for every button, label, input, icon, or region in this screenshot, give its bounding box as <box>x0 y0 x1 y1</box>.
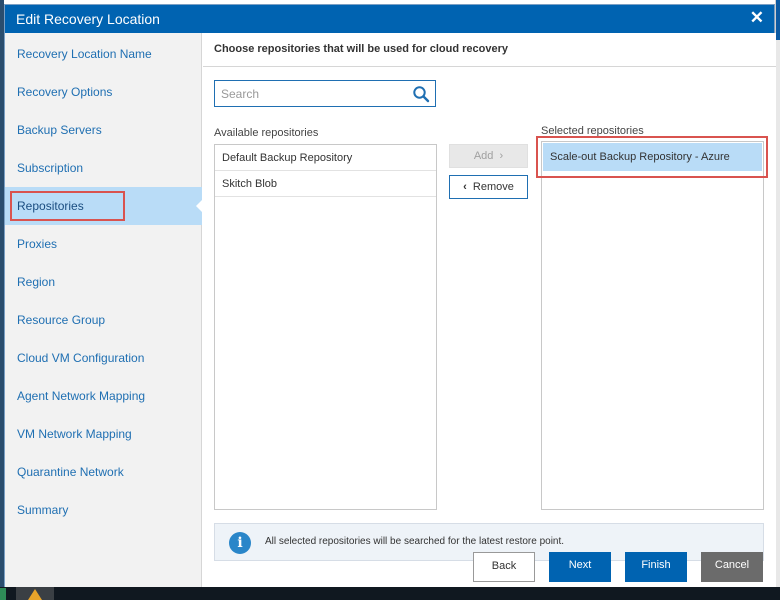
back-button[interactable]: Back <box>473 552 535 582</box>
available-repositories-list[interactable]: Default Backup Repository Skitch Blob <box>214 144 437 510</box>
wizard-steps-sidebar: Recovery Location Name Recovery Options … <box>5 33 203 600</box>
dialog-title: Edit Recovery Location <box>16 11 160 27</box>
step-repositories[interactable]: Repositories <box>5 187 203 225</box>
list-item[interactable]: Scale-out Backup Repository - Azure <box>543 143 762 171</box>
list-item[interactable]: Default Backup Repository <box>215 145 436 171</box>
step-resource-group[interactable]: Resource Group <box>5 301 202 339</box>
remove-button[interactable]: ‹ Remove <box>449 175 528 199</box>
next-button[interactable]: Next <box>549 552 611 582</box>
taskbar-app-icon[interactable] <box>0 588 6 600</box>
search-input[interactable] <box>215 81 410 106</box>
page-heading: Choose repositories that will be used fo… <box>214 43 509 55</box>
step-recovery-options[interactable]: Recovery Options <box>5 73 202 111</box>
remove-button-label: Remove <box>472 181 514 193</box>
add-button-label: Add <box>473 150 494 162</box>
background-app-header <box>776 0 780 40</box>
heading-bar: Choose repositories that will be used fo… <box>203 33 776 67</box>
selected-repositories-list[interactable]: Scale-out Backup Repository - Azure <box>541 141 764 510</box>
step-recovery-location-name[interactable]: Recovery Location Name <box>5 35 202 73</box>
chevron-left-icon: ‹ <box>463 181 467 193</box>
info-icon: i <box>229 532 251 554</box>
taskbar-app-icon[interactable] <box>16 587 54 600</box>
search-icon[interactable] <box>412 85 430 103</box>
cancel-button[interactable]: Cancel <box>701 552 763 582</box>
main-content: Choose repositories that will be used fo… <box>203 33 776 600</box>
close-icon[interactable]: ✕ <box>750 8 764 28</box>
step-summary[interactable]: Summary <box>5 491 202 529</box>
step-proxies[interactable]: Proxies <box>5 225 202 263</box>
taskbar <box>0 587 780 600</box>
search-box <box>214 80 436 107</box>
step-vm-network-mapping[interactable]: VM Network Mapping <box>5 415 202 453</box>
available-repositories-label: Available repositories <box>214 127 319 139</box>
list-item[interactable]: Skitch Blob <box>215 171 436 197</box>
selected-repositories-label: Selected repositories <box>541 125 644 137</box>
info-text: All selected repositories will be search… <box>265 536 565 547</box>
step-backup-servers[interactable]: Backup Servers <box>5 111 202 149</box>
step-cloud-vm-configuration[interactable]: Cloud VM Configuration <box>5 339 202 377</box>
step-region[interactable]: Region <box>5 263 202 301</box>
chevron-right-icon: › <box>499 150 504 162</box>
dialog-titlebar: Edit Recovery Location ✕ <box>5 5 774 33</box>
add-button[interactable]: Add › <box>449 144 528 168</box>
finish-button[interactable]: Finish <box>625 552 687 582</box>
step-quarantine-network[interactable]: Quarantine Network <box>5 453 202 491</box>
step-subscription[interactable]: Subscription <box>5 149 202 187</box>
step-agent-network-mapping[interactable]: Agent Network Mapping <box>5 377 202 415</box>
edit-recovery-location-dialog: Edit Recovery Location ✕ Recovery Locati… <box>4 4 776 600</box>
